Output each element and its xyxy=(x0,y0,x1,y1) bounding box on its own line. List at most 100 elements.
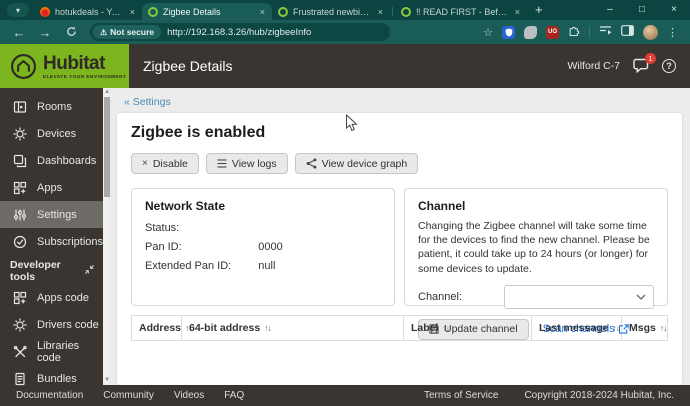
new-tab-button[interactable]: + xyxy=(535,2,543,17)
sort-icon[interactable]: ↑↓ xyxy=(442,323,449,333)
hubitat-logo[interactable]: Hubitat ELEVATE YOUR ENVIRONMENT xyxy=(0,44,129,88)
window-close-button[interactable]: × xyxy=(658,0,690,20)
collapse-section-icon[interactable] xyxy=(84,264,95,278)
tab-read-first[interactable]: ‼ READ FIRST - Before Posting × xyxy=(395,3,527,20)
back-button[interactable]: ← xyxy=(8,25,30,40)
not-secure-chip[interactable]: ⚠ Not secure xyxy=(93,25,162,39)
tab-search-button[interactable]: ▾ xyxy=(7,3,29,17)
password-manager-extension-icon[interactable] xyxy=(502,25,515,39)
status-label: Status: xyxy=(145,222,180,234)
sidebar-item-drivers-code[interactable]: Drivers code xyxy=(0,311,103,338)
footer-link-faq[interactable]: FAQ xyxy=(224,390,244,401)
side-panel-icon[interactable] xyxy=(621,23,634,41)
devices-bulb-icon xyxy=(13,126,27,141)
chevron-down-icon xyxy=(636,294,646,300)
disable-button[interactable]: × Disable xyxy=(131,153,199,174)
sort-icon[interactable]: ↑↓ xyxy=(264,323,271,333)
not-secure-label: Not secure xyxy=(110,27,155,37)
disable-label: Disable xyxy=(152,157,188,170)
sidebar-item-devices[interactable]: Devices xyxy=(0,120,103,147)
window-maximize-button[interactable]: □ xyxy=(626,0,658,20)
address-bar[interactable]: ⚠ Not secure http://192.168.3.26/hub/zig… xyxy=(90,23,390,41)
toolbar-divider xyxy=(589,26,590,38)
tab-close-icon[interactable]: × xyxy=(377,7,384,17)
sidebar-item-apps-code[interactable]: Apps code xyxy=(0,284,103,311)
channel-description: Changing the Zigbee channel will take so… xyxy=(418,220,650,275)
list-icon xyxy=(217,159,227,168)
reload-button[interactable] xyxy=(60,25,82,40)
sidebar-item-settings[interactable]: Settings xyxy=(0,201,104,228)
external-link-icon xyxy=(618,324,629,334)
tab-zigbee-details[interactable]: Zigbee Details × xyxy=(142,3,272,20)
developer-tools-label: Developer tools xyxy=(10,259,61,283)
channel-select[interactable] xyxy=(504,284,654,309)
reload-icon xyxy=(66,26,76,36)
developer-tools-header[interactable]: Developer tools xyxy=(0,258,103,284)
footer-link-documentation[interactable]: Documentation xyxy=(16,390,83,401)
network-state-panel: Network State Status: Pan ID: 0000 Exten… xyxy=(131,188,395,306)
extended-pan-id-value: null xyxy=(258,260,276,272)
view-logs-button[interactable]: View logs xyxy=(205,153,288,174)
sidebar-scrollbar[interactable]: ▲ ▼ xyxy=(103,88,111,385)
apps-code-icon xyxy=(13,291,27,304)
media-controls-icon[interactable] xyxy=(599,23,612,41)
sidebar: Rooms Devices Dashboards Apps Settings S… xyxy=(0,88,104,385)
sidebar-item-apps[interactable]: Apps xyxy=(0,174,103,201)
hubitat-favicon-icon xyxy=(148,6,158,17)
browser-menu-kebab-icon[interactable]: ⋮ xyxy=(667,26,678,39)
logo-tagline: ELEVATE YOUR ENVIRONMENT xyxy=(43,73,127,79)
hub-name: Wilford C-7 xyxy=(567,60,620,72)
extension-icon[interactable] xyxy=(524,25,537,39)
tab-title: ‼ READ FIRST - Before Posting xyxy=(416,6,509,17)
sidebar-item-label: Subscriptions xyxy=(37,235,104,248)
window-minimize-button[interactable]: – xyxy=(594,0,626,20)
tab-close-icon[interactable]: × xyxy=(514,7,521,17)
app-header: Hubitat ELEVATE YOUR ENVIRONMENT Zigbee … xyxy=(0,44,690,88)
page-title: Zigbee Details xyxy=(143,58,233,74)
tab-close-icon[interactable]: × xyxy=(129,7,136,17)
pan-id-value: 0000 xyxy=(258,241,283,253)
sidebar-item-subscriptions[interactable]: Subscriptions xyxy=(0,228,103,255)
profile-avatar[interactable] xyxy=(643,24,658,40)
ublock-extension-icon[interactable]: UO xyxy=(546,25,559,39)
column-header-64bit-address[interactable]: 64-bit address ↑↓ xyxy=(181,315,404,341)
sort-icon[interactable]: ↑↓ xyxy=(660,323,667,333)
scrollbar-up-arrow-icon[interactable]: ▲ xyxy=(103,88,111,97)
libraries-tools-icon xyxy=(13,345,27,357)
bookmark-star-icon[interactable]: ☆ xyxy=(483,26,493,39)
view-logs-label: View logs xyxy=(231,157,277,170)
warning-icon: ⚠ xyxy=(100,27,108,37)
scrollbar-thumb[interactable] xyxy=(104,97,111,197)
sidebar-item-dashboards[interactable]: Dashboards xyxy=(0,147,103,174)
extensions-puzzle-icon[interactable] xyxy=(568,23,580,41)
view-device-graph-button[interactable]: View device graph xyxy=(294,153,419,174)
footer-link-videos[interactable]: Videos xyxy=(174,390,204,401)
sidebar-item-libraries-code[interactable]: Libraries code xyxy=(0,338,103,365)
breadcrumb[interactable]: « Settings xyxy=(124,96,682,108)
sidebar-item-rooms[interactable]: Rooms xyxy=(0,93,103,120)
network-state-row: Extended Pan ID: null xyxy=(145,260,381,272)
footer-terms-link[interactable]: Terms of Service xyxy=(424,390,498,401)
sort-icon[interactable]: ↑↓ xyxy=(612,323,619,333)
rooms-icon xyxy=(13,100,27,113)
tab-hotukdeals[interactable]: hotukdeals - Your No.1 Deals & × xyxy=(34,3,142,20)
shield-icon xyxy=(505,28,512,36)
forward-button[interactable]: → xyxy=(34,25,56,40)
notifications-button[interactable]: 1 xyxy=(632,53,656,74)
tab-frustrated-newbie[interactable]: Frustrated newbie - unable to s × xyxy=(272,3,390,20)
drivers-code-bulb-icon xyxy=(13,317,27,332)
channel-label: Channel: xyxy=(418,290,463,303)
help-button[interactable]: ? xyxy=(662,59,676,73)
hubitat-house-icon xyxy=(10,53,37,79)
sidebar-item-label: Drivers code xyxy=(37,318,99,331)
logo-wordmark: Hubitat xyxy=(43,52,105,74)
footer-link-community[interactable]: Community xyxy=(103,390,154,401)
column-header-address[interactable]: Address ↑↓ xyxy=(131,315,192,341)
scrollbar-down-arrow-icon[interactable]: ▼ xyxy=(103,376,111,385)
sidebar-item-bundles[interactable]: Bundles xyxy=(0,365,103,392)
sidebar-item-label: Apps code xyxy=(37,291,89,304)
sidebar-item-label: Libraries code xyxy=(37,339,80,364)
subscriptions-check-icon xyxy=(13,235,27,248)
tab-close-icon[interactable]: × xyxy=(259,7,266,17)
dashboards-icon xyxy=(13,154,27,167)
